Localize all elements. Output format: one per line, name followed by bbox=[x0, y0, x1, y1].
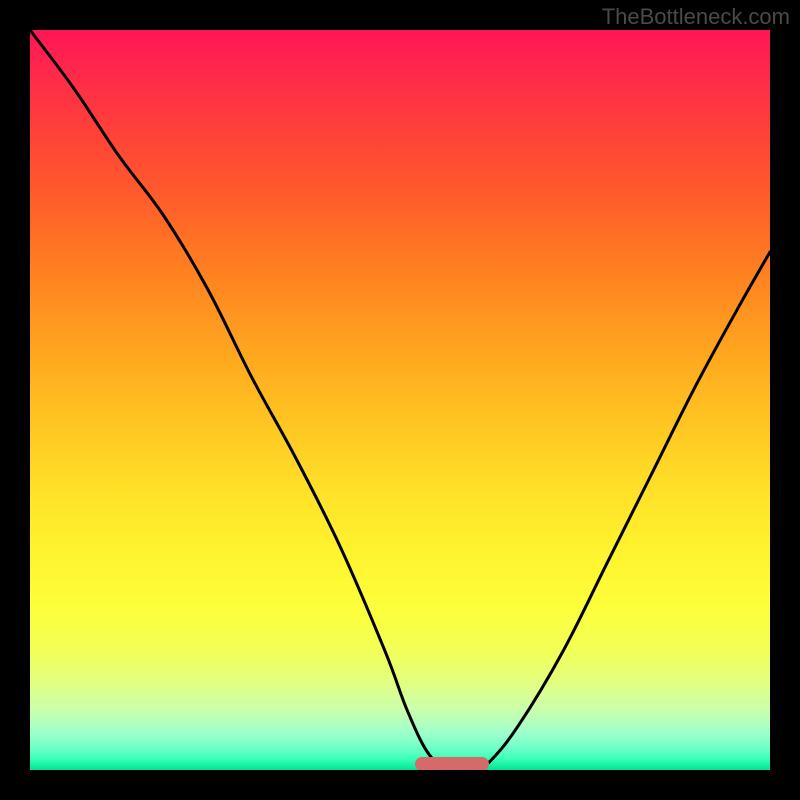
bottleneck-curve bbox=[30, 30, 770, 770]
attribution-label: TheBottleneck.com bbox=[602, 4, 790, 30]
chart-svg bbox=[30, 30, 770, 770]
optimal-range-marker bbox=[415, 757, 489, 770]
plot-area bbox=[30, 30, 770, 770]
